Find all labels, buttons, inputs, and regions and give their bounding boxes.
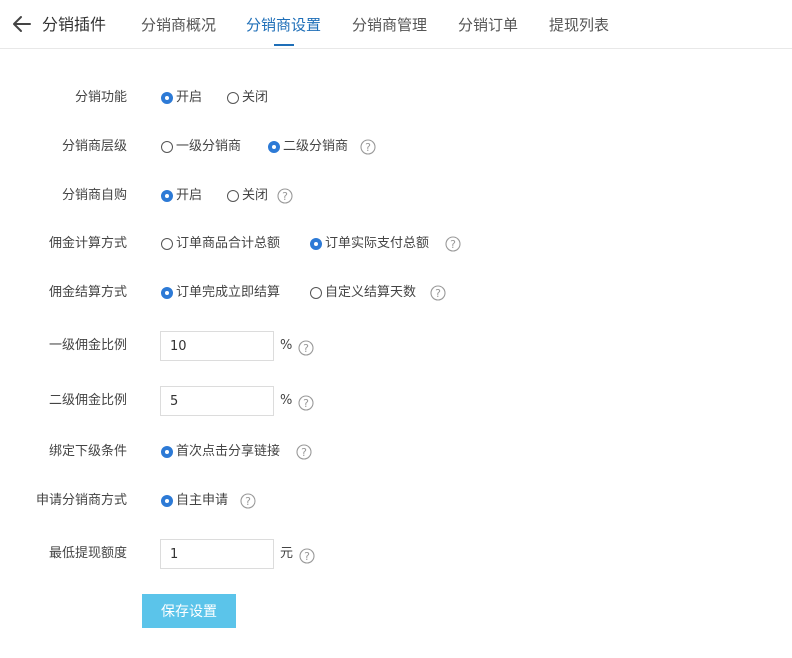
help-icon[interactable]: ? [296, 444, 312, 460]
radio-checked-icon[interactable] [161, 190, 173, 202]
radio-unchecked-icon[interactable] [161, 238, 173, 250]
radio-checked-icon[interactable] [161, 495, 173, 507]
help-icon[interactable]: ? [298, 340, 314, 356]
radio-checked-icon[interactable] [161, 287, 173, 299]
commission-settle-immediate-radio[interactable]: 订单完成立即结算 [161, 278, 280, 308]
function-row: 分销功能 开启 关闭 [0, 83, 792, 113]
commission-calc-goods-radio[interactable]: 订单商品合计总额 [161, 229, 280, 259]
percent-unit: % [280, 393, 293, 408]
level2-ratio-label: 二级佣金比例 [48, 393, 127, 408]
svg-text:?: ? [245, 495, 251, 508]
commission-calc-paid-radio[interactable]: 订单实际支付总额 [310, 229, 429, 259]
level1-ratio-input[interactable] [160, 331, 274, 361]
bind-condition-first-click-radio[interactable]: 首次点击分享链接 [161, 437, 280, 467]
self-purchase-label: 分销商自购 [61, 188, 127, 203]
tab-withdrawals[interactable]: 提现列表 [549, 15, 609, 35]
tab-management[interactable]: 分销商管理 [352, 15, 427, 35]
level-label: 分销商层级 [61, 139, 127, 154]
function-off-radio[interactable]: 关闭 [227, 83, 268, 113]
min-withdraw-input[interactable] [160, 539, 274, 569]
radio-unchecked-icon[interactable] [161, 141, 173, 153]
svg-text:?: ? [303, 342, 309, 355]
svg-text:?: ? [435, 287, 441, 300]
svg-text:?: ? [365, 141, 371, 154]
help-icon[interactable]: ? [240, 493, 256, 509]
level1-ratio-row: 一级佣金比例 % ? [0, 331, 792, 361]
svg-text:?: ? [450, 238, 456, 251]
help-icon[interactable]: ? [360, 139, 376, 155]
top-bar: 分销插件 分销商概况 分销商设置 分销商管理 分销订单 提现列表 [0, 0, 792, 49]
radio-unchecked-icon[interactable] [227, 190, 239, 202]
radio-checked-icon[interactable] [268, 141, 280, 153]
commission-calc-label: 佣金计算方式 [48, 236, 127, 251]
function-on-radio[interactable]: 开启 [161, 83, 202, 113]
save-settings-button[interactable]: 保存设置 [142, 594, 236, 628]
self-purchase-row: 分销商自购 开启 关闭 ? [0, 181, 792, 211]
apply-method-row: 申请分销商方式 自主申请 ? [0, 486, 792, 516]
help-icon[interactable]: ? [299, 548, 315, 564]
level-one-radio[interactable]: 一级分销商 [161, 132, 241, 162]
level1-ratio-label: 一级佣金比例 [48, 338, 127, 353]
svg-text:?: ? [282, 190, 288, 203]
apply-method-self-radio[interactable]: 自主申请 [161, 486, 228, 516]
min-withdraw-row: 最低提现额度 元 ? [0, 539, 792, 569]
help-icon[interactable]: ? [298, 395, 314, 411]
radio-checked-icon[interactable] [310, 238, 322, 250]
apply-method-label: 申请分销商方式 [35, 493, 127, 508]
app-title: 分销插件 [42, 15, 107, 34]
help-icon[interactable]: ? [445, 236, 461, 252]
min-withdraw-label: 最低提现额度 [48, 546, 127, 561]
svg-text:?: ? [303, 397, 309, 410]
level2-ratio-input[interactable] [160, 386, 274, 416]
svg-text:?: ? [304, 550, 310, 563]
commission-settle-row: 佣金结算方式 订单完成立即结算 自定义结算天数 ? [0, 278, 792, 308]
svg-text:?: ? [301, 446, 307, 459]
help-icon[interactable]: ? [430, 285, 446, 301]
level-row: 分销商层级 一级分销商 二级分销商 ? [0, 132, 792, 162]
tab-settings[interactable]: 分销商设置 [246, 15, 321, 35]
help-icon[interactable]: ? [277, 188, 293, 204]
arrow-left-icon[interactable] [12, 15, 32, 33]
bind-condition-label: 绑定下级条件 [48, 444, 127, 459]
bind-condition-row: 绑定下级条件 首次点击分享链接 ? [0, 437, 792, 467]
tab-orders[interactable]: 分销订单 [458, 15, 518, 35]
self-purchase-on-radio[interactable]: 开启 [161, 181, 202, 211]
radio-checked-icon[interactable] [161, 92, 173, 104]
commission-settle-custom-radio[interactable]: 自定义结算天数 [310, 278, 416, 308]
commission-calc-row: 佣金计算方式 订单商品合计总额 订单实际支付总额 ? [0, 229, 792, 259]
level2-ratio-row: 二级佣金比例 % ? [0, 386, 792, 416]
radio-checked-icon[interactable] [161, 446, 173, 458]
radio-unchecked-icon[interactable] [227, 92, 239, 104]
level-two-radio[interactable]: 二级分销商 [268, 132, 348, 162]
commission-settle-label: 佣金结算方式 [48, 285, 127, 300]
radio-unchecked-icon[interactable] [310, 287, 322, 299]
active-tab-indicator [274, 44, 294, 46]
function-label: 分销功能 [74, 90, 127, 105]
yuan-unit: 元 [280, 546, 294, 561]
tab-overview[interactable]: 分销商概况 [141, 15, 216, 35]
self-purchase-off-radio[interactable]: 关闭 [227, 181, 268, 211]
percent-unit: % [280, 338, 293, 353]
